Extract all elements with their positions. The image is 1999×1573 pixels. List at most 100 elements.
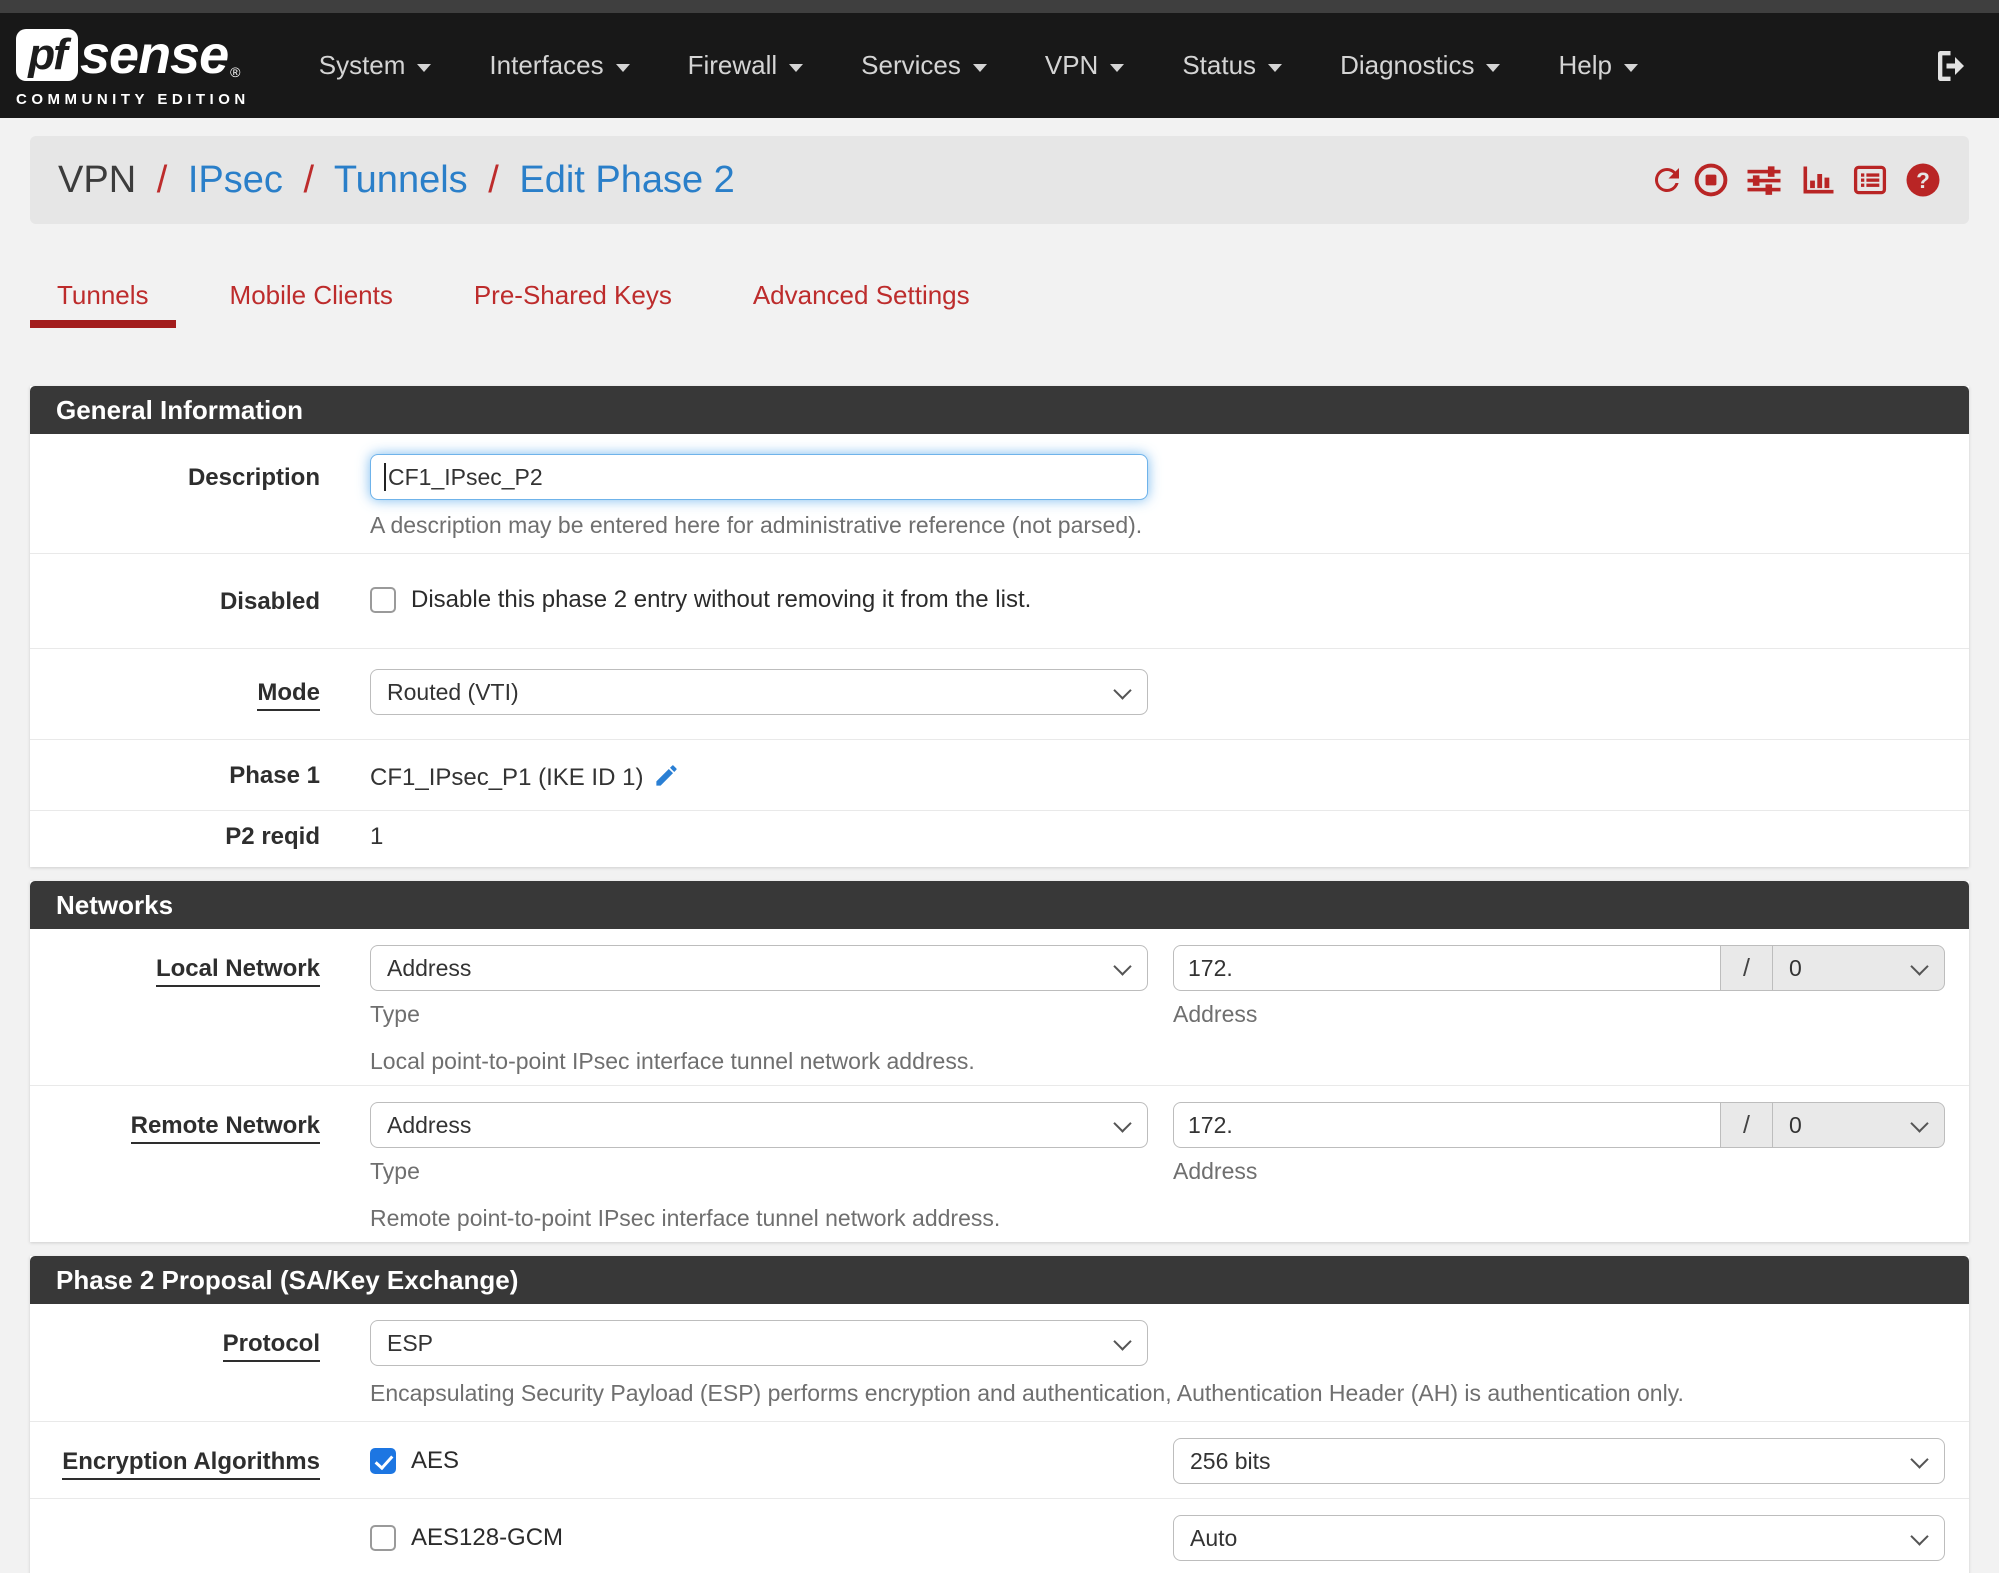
- local-type-help: Type: [370, 1001, 420, 1027]
- protocol-select[interactable]: ESP: [370, 1320, 1148, 1366]
- local-type-select-wrap: Address: [370, 945, 1148, 991]
- breadcrumb-bar: VPN / IPsec / Tunnels / Edit Phase 2 ?: [30, 136, 1969, 224]
- nav-status[interactable]: Status: [1153, 50, 1311, 81]
- local-network-label: Local Network: [30, 945, 370, 1075]
- local-network-description: Local point-to-point IPsec interface tun…: [370, 1048, 975, 1074]
- chevron-down-icon: [789, 63, 804, 72]
- tab-tunnels[interactable]: Tunnels: [30, 280, 176, 328]
- p2reqid-value: 1: [370, 823, 384, 850]
- breadcrumb-current: VPN: [58, 158, 137, 201]
- local-address-help: Address: [1173, 1001, 1258, 1027]
- mode-label: Mode: [30, 669, 370, 715]
- disabled-label: Disabled: [219, 588, 320, 615]
- aes128gcm-checkbox[interactable]: [370, 1525, 396, 1551]
- tab-advanced-settings[interactable]: Advanced Settings: [726, 280, 997, 328]
- disabled-checkbox[interactable]: [370, 587, 396, 613]
- chevron-down-icon: [417, 63, 432, 72]
- row-encryption-aes: Encryption Algorithms AES 256 bits: [30, 1422, 1969, 1499]
- breadcrumb-link-edit-phase2[interactable]: Edit Phase 2: [519, 159, 734, 201]
- aes-label: AES: [411, 1447, 460, 1474]
- chevron-down-icon: [1110, 63, 1125, 72]
- window-top-strip: [0, 0, 1999, 13]
- aes-keylen-select[interactable]: 256 bits: [1173, 1438, 1945, 1484]
- chevron-down-icon: [1486, 63, 1501, 72]
- chevron-down-icon: [1268, 63, 1283, 72]
- local-prefix-select-wrap: 0: [1773, 945, 1945, 991]
- local-type-select[interactable]: Address: [370, 945, 1148, 991]
- edit-pencil-icon[interactable]: [653, 762, 680, 789]
- row-remote-network: Remote Network Address Type / 0: [30, 1086, 1969, 1242]
- chevron-down-icon: [615, 63, 630, 72]
- slash-addon: /: [1721, 1102, 1773, 1148]
- mode-select[interactable]: Routed (VTI): [370, 669, 1148, 715]
- pf-logo-box: pf: [16, 28, 78, 81]
- mode-select-wrap: Routed (VTI): [370, 669, 1148, 715]
- nav-firewall[interactable]: Firewall: [659, 50, 833, 81]
- encryption-algorithms-label: Encryption Algorithms: [30, 1438, 370, 1484]
- sliders-icon[interactable]: [1746, 162, 1782, 198]
- remote-address-input[interactable]: [1173, 1102, 1721, 1148]
- panel-general-information: General Information Description A descri…: [30, 386, 1969, 867]
- p2reqid-label: P2 reqid: [225, 823, 320, 850]
- description-help: A description may be entered here for ad…: [370, 512, 1143, 538]
- protocol-help: Encapsulating Security Payload (ESP) per…: [370, 1380, 1684, 1406]
- chevron-down-icon: [1623, 63, 1638, 72]
- remote-network-description: Remote point-to-point IPsec interface tu…: [370, 1205, 1001, 1231]
- remote-prefix-select[interactable]: 0: [1773, 1102, 1945, 1148]
- description-label: Description: [187, 464, 320, 491]
- nav-services[interactable]: Services: [832, 50, 1016, 81]
- nav-help[interactable]: Help: [1529, 50, 1666, 81]
- remote-type-select[interactable]: Address: [370, 1102, 1148, 1148]
- tab-mobile-clients[interactable]: Mobile Clients: [203, 280, 420, 328]
- nav-interfaces[interactable]: Interfaces: [460, 50, 658, 81]
- breadcrumb-link-tunnels[interactable]: Tunnels: [334, 159, 468, 201]
- slash-addon: /: [1721, 945, 1773, 991]
- remote-address-help: Address: [1173, 1158, 1258, 1184]
- logo-subtitle: COMMUNITY EDITION: [16, 90, 250, 108]
- section-title: General Information: [30, 386, 1969, 434]
- section-title: Phase 2 Proposal (SA/Key Exchange): [30, 1256, 1969, 1304]
- nav-vpn[interactable]: VPN: [1016, 50, 1153, 81]
- row-phase1: Phase 1 CF1_IPsec_P1 (IKE ID 1): [30, 740, 1969, 811]
- breadcrumb: VPN / IPsec / Tunnels / Edit Phase 2: [58, 158, 735, 201]
- description-input[interactable]: [370, 454, 1148, 500]
- chevron-down-icon: [972, 63, 987, 72]
- panel-phase2-proposal: Phase 2 Proposal (SA/Key Exchange) Proto…: [30, 1256, 1969, 1573]
- row-disabled: Disabled Disable this phase 2 entry with…: [30, 554, 1969, 649]
- row-encryption-aes128gcm: AES128-GCM Auto: [30, 1499, 1969, 1573]
- phase1-value: CF1_IPsec_P1 (IKE ID 1): [370, 764, 644, 791]
- section-title: Networks: [30, 881, 1969, 929]
- sign-out-icon[interactable]: [1933, 46, 1973, 86]
- page-toolbar: ?: [1649, 162, 1941, 198]
- aes128gcm-keylen-select-wrap: Auto: [1173, 1515, 1945, 1561]
- protocol-label: Protocol: [30, 1320, 370, 1407]
- aes-keylen-select-wrap: 256 bits: [1173, 1438, 1945, 1484]
- aes128gcm-label: AES128-GCM: [411, 1524, 564, 1551]
- row-mode: Mode Routed (VTI): [30, 649, 1969, 740]
- row-p2reqid: P2 reqid 1: [30, 811, 1969, 867]
- tab-pre-shared-keys[interactable]: Pre-Shared Keys: [447, 280, 699, 328]
- bar-chart-icon[interactable]: [1799, 162, 1835, 198]
- row-protocol: Protocol ESP Encapsulating Security Payl…: [30, 1304, 1969, 1422]
- remote-prefix-select-wrap: 0: [1773, 1102, 1945, 1148]
- local-address-input[interactable]: [1173, 945, 1721, 991]
- stop-icon[interactable]: [1693, 162, 1729, 198]
- tab-bar: Tunnels Mobile Clients Pre-Shared Keys A…: [30, 280, 1969, 328]
- nav-menu: System Interfaces Firewall Services VPN …: [290, 50, 1933, 81]
- breadcrumb-link-ipsec[interactable]: IPsec: [188, 159, 283, 201]
- aes128gcm-keylen-select[interactable]: Auto: [1173, 1515, 1945, 1561]
- disabled-option-text: Disable this phase 2 entry without remov…: [411, 586, 1032, 613]
- aes-checkbox[interactable]: [370, 1448, 396, 1474]
- svg-text:?: ?: [1916, 168, 1930, 193]
- nav-system[interactable]: System: [290, 50, 461, 81]
- local-prefix-select[interactable]: 0: [1773, 945, 1945, 991]
- refresh-icon[interactable]: [1649, 162, 1685, 198]
- protocol-select-wrap: ESP: [370, 1320, 1148, 1366]
- remote-type-help: Type: [370, 1158, 420, 1184]
- pfsense-logo[interactable]: pf sense ® COMMUNITY EDITION: [16, 24, 250, 108]
- row-description: Description A description may be entered…: [30, 434, 1969, 554]
- nav-diagnostics[interactable]: Diagnostics: [1311, 50, 1529, 81]
- list-icon[interactable]: [1852, 162, 1888, 198]
- phase1-label: Phase 1: [229, 762, 320, 789]
- help-icon[interactable]: ?: [1905, 162, 1941, 198]
